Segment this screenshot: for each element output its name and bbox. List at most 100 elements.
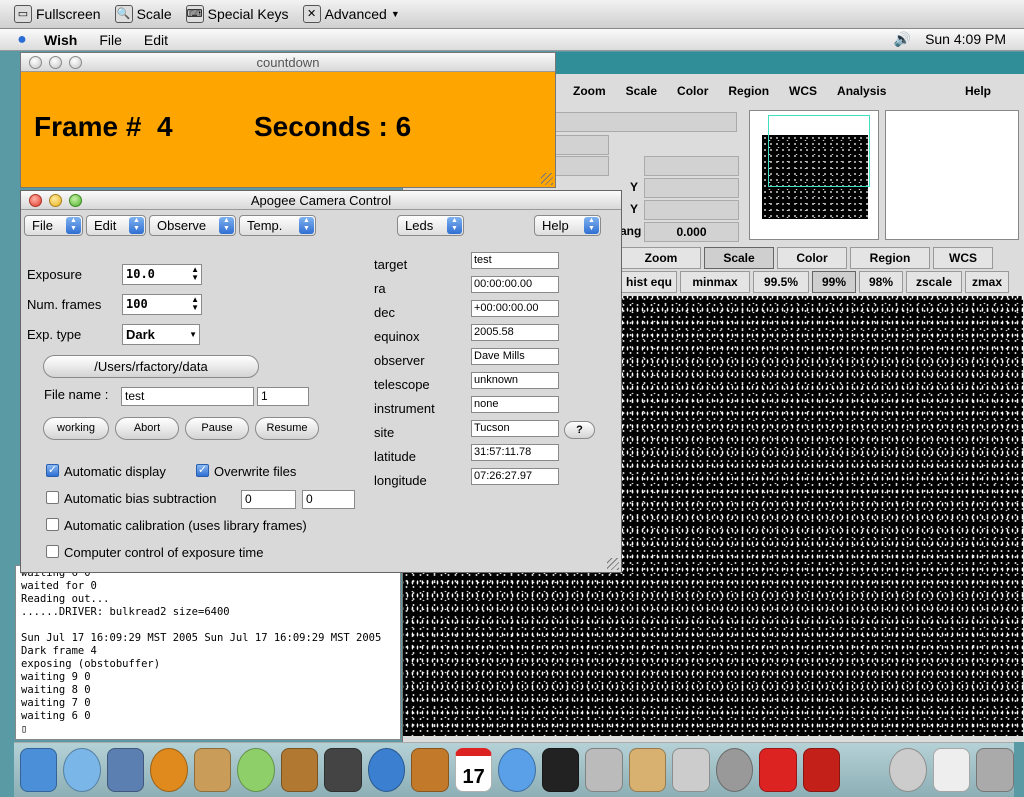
- quicktime-icon[interactable]: [498, 748, 536, 792]
- apple-menu-icon[interactable]: ●: [0, 31, 44, 49]
- computer-control-checkbox[interactable]: [46, 545, 59, 558]
- imovie-icon[interactable]: [324, 748, 362, 792]
- ds9-menu-analysis[interactable]: Analysis: [837, 84, 886, 98]
- document-icon[interactable]: [932, 748, 971, 792]
- scale-button[interactable]: 🔍 Scale: [114, 5, 172, 23]
- terminal-output[interactable]: waiting 6 0 waited for 0 Reading out... …: [15, 565, 401, 740]
- dec-input[interactable]: +00:00:00.00: [471, 300, 559, 317]
- ds9-menu-help[interactable]: Help: [965, 84, 991, 98]
- ds9-menu-zoom[interactable]: Zoom: [573, 84, 606, 98]
- textedit-icon[interactable]: [672, 748, 710, 792]
- iphoto-icon[interactable]: [280, 748, 319, 792]
- ds9-menu-wcs[interactable]: WCS: [789, 84, 817, 98]
- menu-wish[interactable]: Wish: [44, 32, 77, 48]
- mail-icon[interactable]: [106, 748, 145, 792]
- panner-view-box[interactable]: [768, 115, 870, 187]
- exp-type-select[interactable]: Dark ▼: [122, 324, 200, 345]
- minimize-icon[interactable]: [49, 194, 62, 207]
- latitude-input[interactable]: 31:57:11.78: [471, 444, 559, 461]
- special-keys-button[interactable]: ⌨ Special Keys: [185, 5, 289, 23]
- close-icon[interactable]: [29, 194, 42, 207]
- address-book-icon[interactable]: [193, 748, 232, 792]
- zoom-icon[interactable]: [69, 56, 82, 69]
- data-directory-button[interactable]: /Users/rfactory/data: [43, 355, 259, 378]
- calibration-checkbox[interactable]: [46, 518, 59, 531]
- garageband-icon[interactable]: [411, 748, 449, 792]
- temp-menu[interactable]: Temp. ▲ ▼: [239, 215, 316, 236]
- file-index-input[interactable]: 1: [257, 387, 309, 406]
- ds9-scale-minmax[interactable]: minmax: [680, 271, 750, 293]
- observe-menu[interactable]: Observe ▲ ▼: [149, 215, 236, 236]
- observer-input[interactable]: Dave Mills: [471, 348, 559, 365]
- ds9-panner[interactable]: [749, 110, 879, 240]
- auto-display-checkbox[interactable]: ✓: [46, 464, 59, 477]
- resize-grip[interactable]: [541, 173, 553, 185]
- ra-input[interactable]: 00:00:00.00: [471, 276, 559, 293]
- terminal-icon[interactable]: [541, 748, 580, 792]
- bias-value-input[interactable]: 0: [241, 490, 296, 509]
- abort-button[interactable]: Abort: [115, 417, 179, 440]
- equinox-input[interactable]: 2005.58: [471, 324, 559, 341]
- bias-checkbox[interactable]: [46, 491, 59, 504]
- site-help-button[interactable]: ?: [564, 421, 595, 439]
- ichat-icon[interactable]: [150, 748, 188, 792]
- application-icon[interactable]: [802, 748, 841, 792]
- spin-arrows-icon[interactable]: ▲ ▼: [191, 266, 199, 282]
- ds9-scale-zmax[interactable]: zmax: [965, 271, 1009, 293]
- network-icon[interactable]: [889, 748, 927, 792]
- resize-grip[interactable]: [607, 558, 619, 570]
- help-menu[interactable]: Help ▲ ▼: [534, 215, 601, 236]
- ds9-scale-98[interactable]: 98%: [859, 271, 903, 293]
- volume-icon[interactable]: 🔊: [894, 31, 911, 48]
- finder-icon[interactable]: [20, 748, 58, 792]
- x11-icon[interactable]: [759, 748, 797, 792]
- pause-button[interactable]: Pause: [185, 417, 249, 440]
- telescope-input[interactable]: unknown: [471, 372, 559, 389]
- ds9-button-scale[interactable]: Scale: [704, 247, 774, 269]
- menu-file[interactable]: File: [99, 32, 122, 48]
- close-icon[interactable]: [29, 56, 42, 69]
- site-input[interactable]: Tucson: [471, 420, 559, 437]
- idvd-icon[interactable]: [367, 748, 406, 792]
- menu-edit[interactable]: Edit: [144, 32, 168, 48]
- ds9-scale-99-5[interactable]: 99.5%: [753, 271, 809, 293]
- ds9-menu-scale[interactable]: Scale: [626, 84, 657, 98]
- zoom-icon[interactable]: [69, 194, 82, 207]
- ds9-scale-zscale[interactable]: zscale: [906, 271, 962, 293]
- ds9-scale-99[interactable]: 99%: [812, 271, 856, 293]
- apogee-titlebar[interactable]: Apogee Camera Control: [21, 191, 621, 210]
- ds9-scale-hist-equ[interactable]: hist equ: [621, 271, 677, 293]
- ds9-menu-color[interactable]: Color: [677, 84, 708, 98]
- xcode-icon[interactable]: [628, 748, 667, 792]
- instrument-input[interactable]: none: [471, 396, 559, 413]
- longitude-input[interactable]: 07:26:27.97: [471, 468, 559, 485]
- file-menu[interactable]: File ▲ ▼: [24, 215, 83, 236]
- minimize-icon[interactable]: [49, 56, 62, 69]
- file-name-input[interactable]: test: [121, 387, 254, 406]
- ds9-button-wcs[interactable]: WCS: [933, 247, 993, 269]
- exposure-spinbox[interactable]: 10.0 ▲ ▼: [122, 264, 202, 285]
- num-frames-spinbox[interactable]: 100 ▲ ▼: [122, 294, 202, 315]
- working-button[interactable]: working: [43, 417, 109, 440]
- ds9-button-zoom[interactable]: Zoom: [621, 247, 701, 269]
- ds9-button-color[interactable]: Color: [777, 247, 847, 269]
- target-input[interactable]: test: [471, 252, 559, 269]
- countdown-titlebar[interactable]: countdown: [21, 53, 555, 72]
- spin-arrows-icon[interactable]: ▲ ▼: [191, 296, 199, 312]
- ds9-button-region[interactable]: Region: [850, 247, 930, 269]
- fullscreen-button[interactable]: ▭ Fullscreen: [14, 5, 101, 23]
- menubar-clock[interactable]: Sun 4:09 PM: [925, 31, 1006, 48]
- itunes-icon[interactable]: [237, 748, 275, 792]
- edit-menu[interactable]: Edit ▲ ▼: [86, 215, 146, 236]
- trash-icon[interactable]: [976, 748, 1014, 792]
- leds-menu[interactable]: Leds ▲ ▼: [397, 215, 464, 236]
- system-preferences-icon[interactable]: [585, 748, 623, 792]
- ds9-menu-region[interactable]: Region: [728, 84, 769, 98]
- safari-icon[interactable]: [63, 748, 101, 792]
- overwrite-checkbox[interactable]: ✓: [196, 464, 209, 477]
- advanced-button[interactable]: ✕ Advanced ▼: [302, 5, 400, 23]
- resume-button[interactable]: Resume: [255, 417, 319, 440]
- bias-value-input[interactable]: 0: [302, 490, 355, 509]
- ical-icon[interactable]: 17: [454, 748, 493, 792]
- printer-icon[interactable]: [715, 748, 754, 792]
